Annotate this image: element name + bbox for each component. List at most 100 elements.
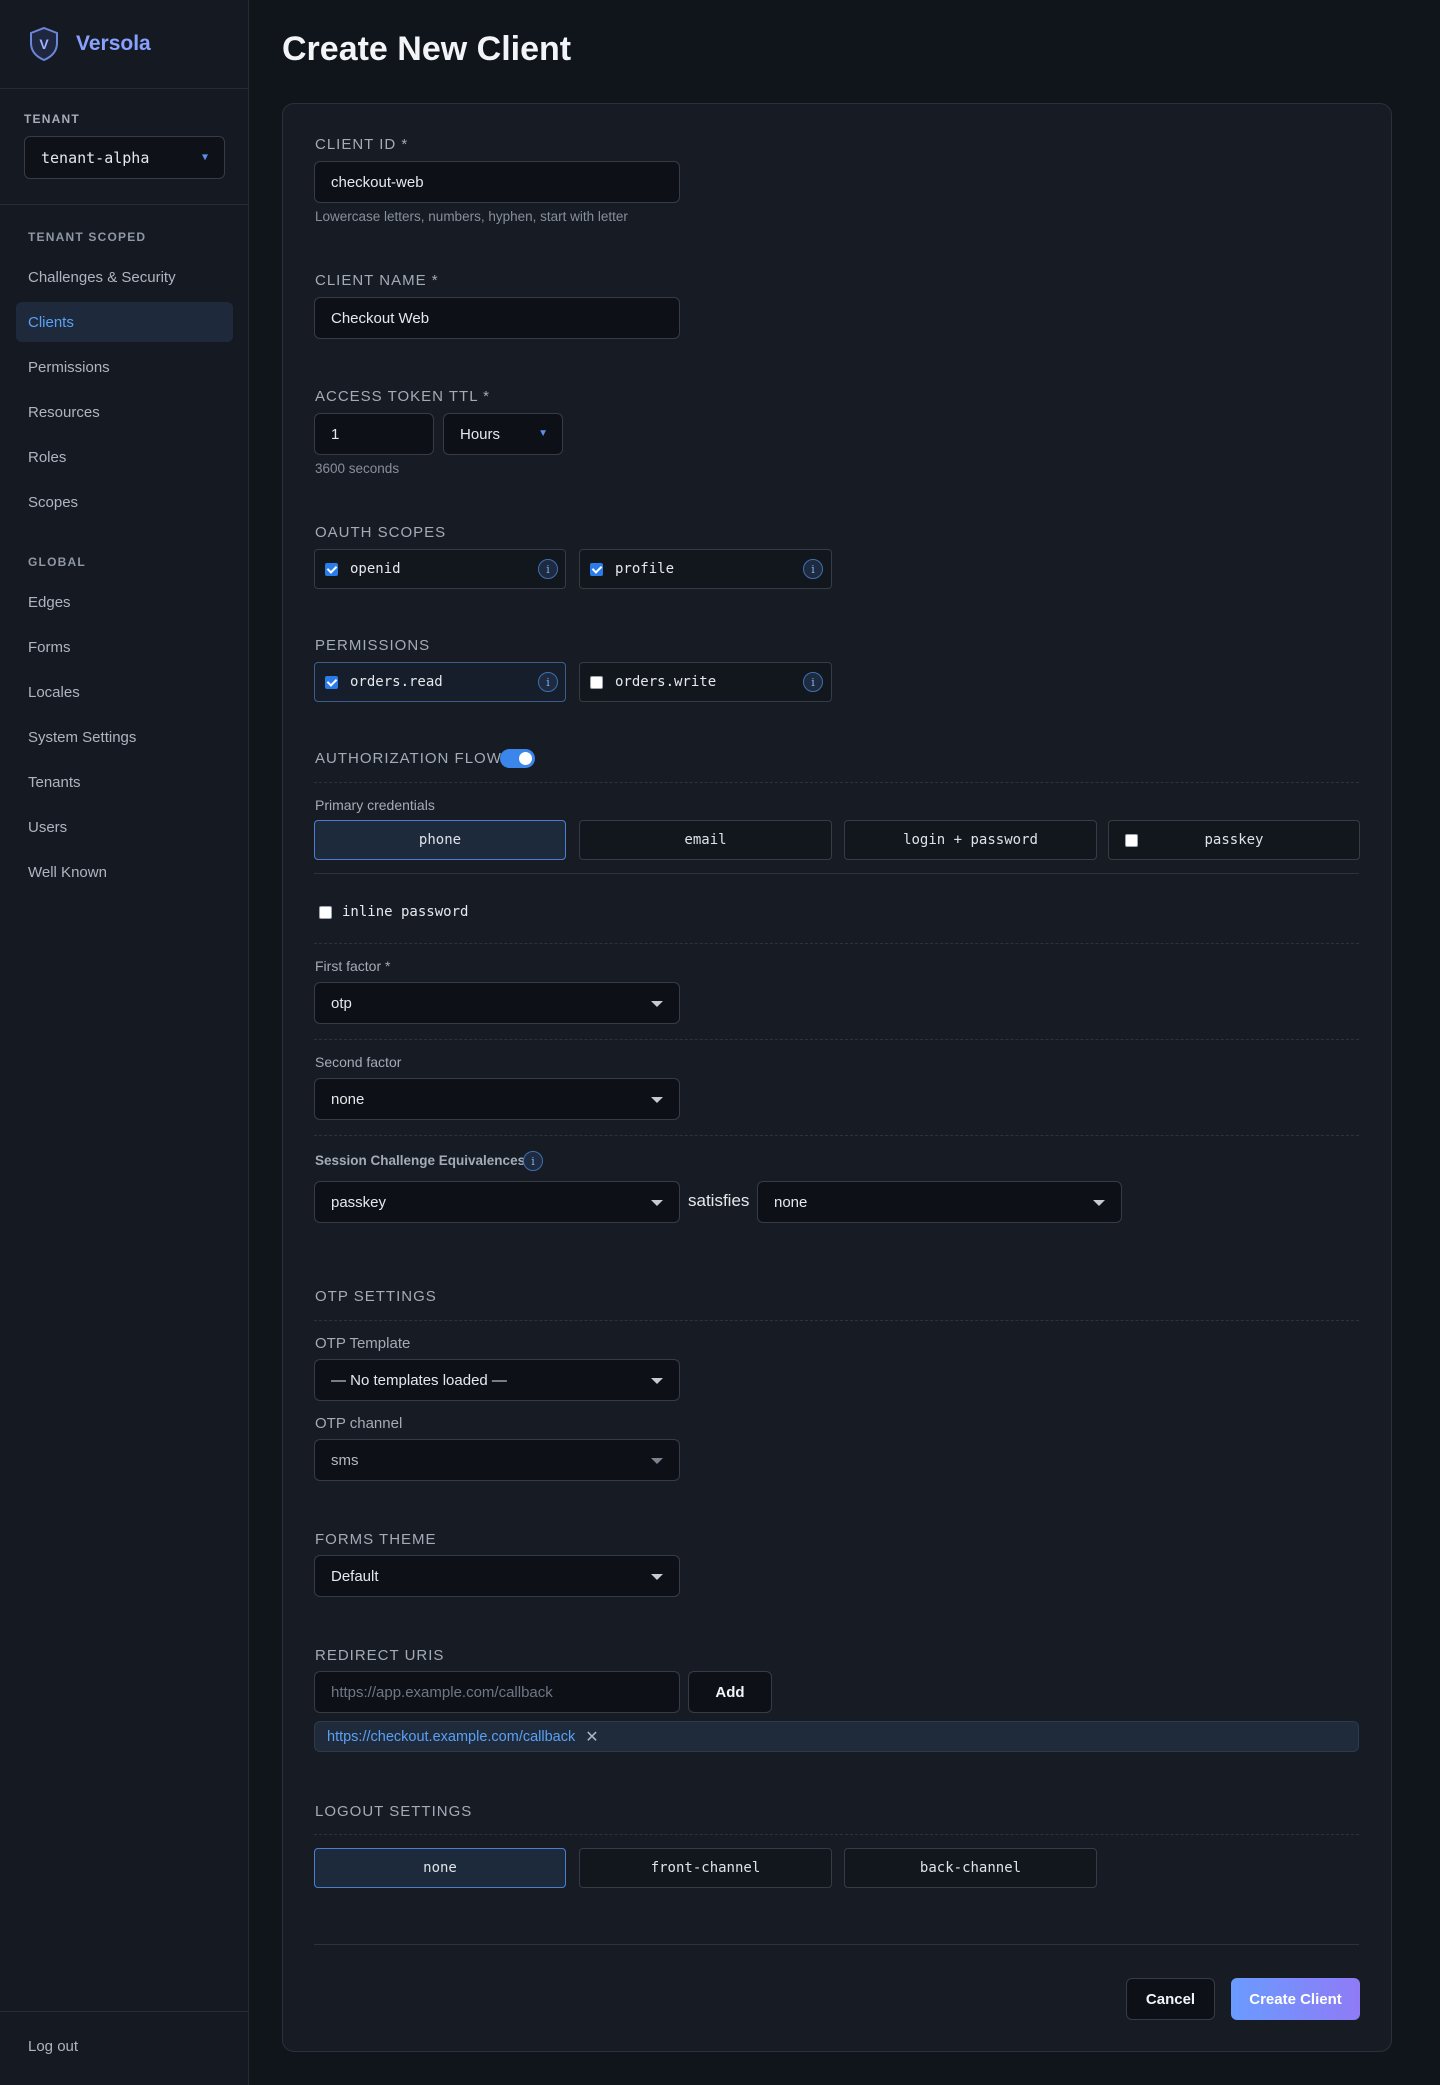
primary-option-phone[interactable]: phone (314, 820, 566, 860)
checkbox-unchecked-icon[interactable] (319, 905, 332, 919)
sidebar: V Versola TENANT tenant-alpha ▼ TENANT S… (0, 0, 249, 2085)
primary-option-passkey[interactable]: passkey (1108, 820, 1360, 860)
scope-label: profile (615, 561, 675, 577)
sidebar-item-users[interactable]: Users (16, 807, 233, 847)
primary-option-login-password[interactable]: login + password (844, 820, 1097, 860)
redirect-uri-placeholder: https://app.example.com/callback (331, 1683, 553, 1701)
info-icon[interactable]: i (538, 559, 558, 579)
caret-down-icon (651, 1200, 663, 1206)
caret-down-icon: ▼ (538, 428, 548, 439)
sidebar-item-forms[interactable]: Forms (16, 627, 233, 667)
client-id-value: checkout-web (331, 173, 424, 191)
forms-theme-value: Default (331, 1567, 379, 1585)
divider (314, 943, 1359, 944)
ttl-unit-value: Hours (460, 425, 501, 443)
ttl-value-input[interactable]: 1 (314, 413, 434, 455)
auth-flow-toggle[interactable] (500, 749, 535, 768)
sidebar-item-challenges-security[interactable]: Challenges & Security (16, 257, 233, 297)
sidebar-item-resources[interactable]: Resources (16, 392, 233, 432)
cancel-button[interactable]: Cancel (1126, 1978, 1215, 2020)
sidebar-item-scopes[interactable]: Scopes (16, 482, 233, 522)
add-redirect-uri-button[interactable]: Add (688, 1671, 772, 1713)
forms-theme-select[interactable]: Default (314, 1555, 680, 1597)
equivalence-left-select[interactable]: passkey (314, 1181, 680, 1223)
caret-down-icon (651, 1458, 663, 1464)
divider (314, 1039, 1359, 1040)
tenant-select-value: tenant-alpha (41, 148, 150, 167)
create-client-button[interactable]: Create Client (1231, 1978, 1360, 2020)
ttl-unit-select[interactable]: Hours ▼ (443, 413, 563, 455)
logo-letter: V (39, 36, 49, 52)
scope-chip-profile[interactable]: profile (579, 549, 832, 589)
sidebar-item-label: Tenants (28, 773, 81, 791)
divider (0, 88, 249, 89)
sidebar-item-tenants[interactable]: Tenants (16, 762, 233, 802)
sidebar-item-label: Permissions (28, 358, 110, 376)
checkbox-checked-icon[interactable] (590, 562, 603, 576)
checkbox-checked-icon[interactable] (325, 562, 338, 576)
satisfies-text: satisfies (688, 1191, 750, 1210)
sidebar-item-label: Scopes (28, 493, 79, 511)
logout-option-back-channel[interactable]: back-channel (844, 1848, 1097, 1888)
caret-down-icon: ▼ (201, 152, 208, 163)
info-icon[interactable]: i (538, 672, 558, 692)
equivalence-right-select[interactable]: none (757, 1181, 1122, 1223)
tenant-select[interactable]: tenant-alpha ▼ (24, 136, 225, 179)
permission-chip-orders-read[interactable]: orders.read (314, 662, 566, 702)
primary-option-email[interactable]: email (579, 820, 832, 860)
sidebar-item-locales[interactable]: Locales (16, 672, 233, 712)
otp-template-select[interactable]: — No templates loaded — (314, 1359, 680, 1401)
info-icon[interactable]: i (523, 1151, 543, 1171)
scope-chip-openid[interactable]: openid (314, 549, 566, 589)
second-factor-select[interactable]: none (314, 1078, 680, 1120)
otp-channel-select[interactable]: sms (314, 1439, 680, 1481)
inline-password-label: inline password (342, 904, 469, 920)
brand[interactable]: V Versola (28, 24, 151, 64)
client-id-input[interactable]: checkout-web (314, 161, 680, 203)
info-icon[interactable]: i (803, 559, 823, 579)
sidebar-item-roles[interactable]: Roles (16, 437, 233, 477)
sidebar-item-permissions[interactable]: Permissions (16, 347, 233, 387)
permission-chip-orders-write[interactable]: orders.write (579, 662, 832, 702)
forms-theme-label: FORMS THEME (315, 1531, 437, 1548)
checkbox-unchecked-icon[interactable] (1125, 834, 1138, 847)
checkbox-unchecked-icon[interactable] (590, 675, 603, 689)
sidebar-item-label: Edges (28, 593, 71, 611)
otp-settings-label: OTP SETTINGS (315, 1288, 437, 1305)
divider (314, 1135, 1359, 1136)
equivalence-left-value: passkey (331, 1193, 387, 1211)
caret-down-icon (651, 1097, 663, 1103)
sidebar-item-label: Challenges & Security (28, 268, 176, 286)
sidebar-item-clients[interactable]: Clients (16, 302, 233, 342)
client-id-label: CLIENT ID * (315, 136, 409, 153)
close-icon[interactable]: ✕ (585, 1727, 598, 1747)
logout-link[interactable]: Log out (28, 2038, 78, 2055)
primary-credentials-label: Primary credentials (315, 797, 435, 813)
scope-label: openid (350, 561, 401, 577)
sidebar-item-edges[interactable]: Edges (16, 582, 233, 622)
info-icon[interactable]: i (803, 672, 823, 692)
sidebar-item-label: Forms (28, 638, 71, 656)
first-factor-select[interactable]: otp (314, 982, 680, 1024)
sidebar-item-well-known[interactable]: Well Known (16, 852, 233, 892)
caret-down-icon (651, 1574, 663, 1580)
permission-label: orders.read (350, 674, 443, 690)
otp-channel-value: sms (331, 1451, 359, 1469)
redirect-uri-input[interactable]: https://app.example.com/callback (314, 1671, 680, 1713)
sidebar-item-system-settings[interactable]: System Settings (16, 717, 233, 757)
sidebar-item-label: Well Known (28, 863, 107, 881)
brand-name: Versola (76, 32, 151, 55)
first-factor-label: First factor * (315, 958, 391, 974)
logout-option-none[interactable]: none (314, 1848, 566, 1888)
second-factor-label: Second factor (315, 1054, 402, 1070)
divider (0, 204, 249, 205)
inline-password-option[interactable]: inline password (319, 904, 468, 920)
client-id-hint: Lowercase letters, numbers, hyphen, star… (315, 209, 628, 224)
section-label-global: GLOBAL (28, 555, 86, 569)
otp-template-value: — No templates loaded — (331, 1371, 507, 1389)
logout-option-front-channel[interactable]: front-channel (579, 1848, 832, 1888)
checkbox-checked-icon[interactable] (325, 675, 338, 689)
client-name-input[interactable]: Checkout Web (314, 297, 680, 339)
caret-down-icon (651, 1001, 663, 1007)
otp-channel-label: OTP channel (315, 1415, 403, 1432)
